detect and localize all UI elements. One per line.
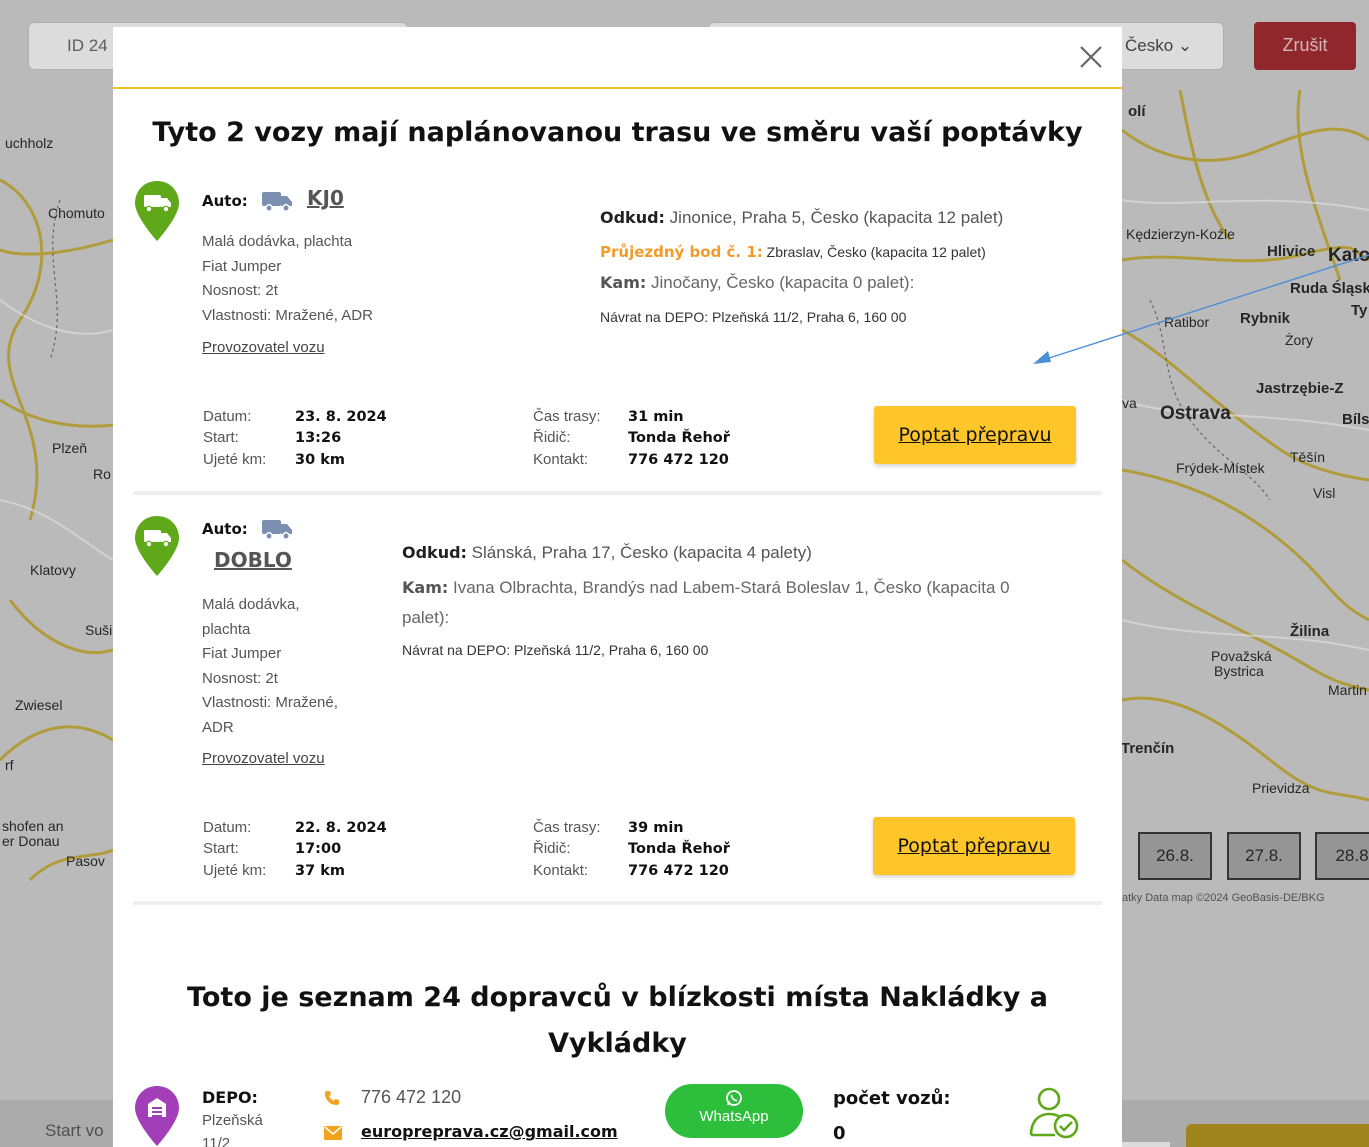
route-to-label: Kam: — [402, 578, 449, 597]
close-icon[interactable] — [1075, 41, 1107, 73]
driver-value: Tonda Řehoř — [628, 841, 730, 857]
contact-value: 776 472 120 — [628, 452, 729, 468]
route-waypoint-label: Průjezdný bod č. 1: — [600, 243, 763, 261]
route-from: Odkud: Jinonice, Praha 5, Česko (kapacit… — [600, 208, 1003, 228]
vehicle-type: Malá dodávka, — [202, 596, 300, 613]
depot-return: Návrat na DEPO: Plzeňská 11/2, Praha 6, … — [402, 642, 709, 658]
route-from-value: Slánská, Praha 17, Česko (kapacita 4 pal… — [471, 543, 812, 562]
time-value: 39 min — [628, 820, 684, 836]
vehicle-specs: Malá dodávka, plachta Fiat Jumper Nosnos… — [202, 593, 338, 741]
depot-label: DEPO: — [202, 1088, 258, 1107]
truck-icon — [262, 192, 292, 212]
whatsapp-icon — [726, 1090, 742, 1106]
email-icon — [324, 1126, 342, 1140]
route-waypoint: Průjezdný bod č. 1: Zbraslav, Česko (kap… — [600, 243, 986, 261]
whatsapp-button[interactable]: WhatsApp — [665, 1084, 803, 1138]
whatsapp-label: WhatsApp — [699, 1108, 769, 1125]
route-from-label: Odkud: — [402, 543, 467, 562]
modal-header-divider — [113, 87, 1122, 89]
depot-pin-icon — [135, 1086, 179, 1146]
start-label: Start: — [203, 429, 239, 446]
depot-address-cont: 11/2 — [202, 1135, 231, 1147]
map-pin-icon — [135, 516, 179, 576]
vehicle-name-link[interactable]: DOBLO — [214, 548, 292, 572]
route-from: Odkud: Slánská, Praha 17, Česko (kapacit… — [402, 543, 812, 563]
contact-value: 776 472 120 — [628, 863, 729, 879]
start-label: Start: — [203, 840, 239, 857]
operator-link[interactable]: Provozovatel vozu — [202, 339, 325, 356]
vehicle-label: Auto: — [202, 192, 248, 210]
date-label: Datum: — [203, 408, 252, 425]
contact-label: Kontakt: — [533, 862, 589, 879]
date-value: 23. 8. 2024 — [295, 409, 387, 425]
route-waypoint-value: Zbraslav, Česko (kapacita 12 palet) — [766, 244, 986, 260]
request-transport-button[interactable]: Poptat přepravu — [874, 406, 1076, 464]
vehicle-properties: Vlastnosti: Mražené, ADR — [202, 306, 373, 324]
driver-label: Řidič: — [533, 840, 571, 857]
nearby-vehicles-modal: Tyto 2 vozy mají naplánovanou trasu ve s… — [113, 27, 1122, 1147]
driver-value: Tonda Řehoř — [628, 430, 730, 446]
km-label: Ujeté km: — [203, 451, 267, 468]
route-from-value: Jinonice, Praha 5, Česko (kapacita 12 pa… — [669, 208, 1004, 227]
route-to: Kam: Jinočany, Česko (kapacita 0 palet): — [600, 273, 914, 293]
vehicle-capacity: Nosnost: 2t — [202, 282, 278, 300]
vehicle-divider — [133, 491, 1102, 495]
vehicle-model: Fiat Jumper — [202, 257, 282, 275]
phone-icon — [325, 1091, 339, 1105]
vehicle-divider — [133, 901, 1102, 905]
carrier-email-link[interactable]: europreprava.cz@gmail.com — [361, 1122, 618, 1141]
map-pin-icon — [135, 181, 179, 241]
vehicle-count-value: 0 — [833, 1123, 846, 1144]
vehicle-count-label: počet vozů: — [833, 1088, 951, 1109]
route-to-label: Kam: — [600, 273, 647, 292]
depot-address: Plzeňská — [202, 1112, 263, 1129]
km-value: 37 km — [295, 863, 345, 879]
vehicle-capacity: Nosnost: 2t — [202, 669, 278, 687]
date-label: Datum: — [203, 819, 252, 836]
contact-label: Kontakt: — [533, 451, 589, 468]
operator-link[interactable]: Provozovatel vozu — [202, 750, 325, 767]
vehicle-label: Auto: — [202, 520, 248, 538]
truck-icon — [262, 520, 292, 540]
vehicle-type-cont: plachta — [202, 620, 251, 638]
vehicle-properties-cont: ADR — [202, 718, 234, 736]
time-label: Čas trasy: — [533, 819, 601, 836]
km-label: Ujeté km: — [203, 862, 267, 879]
modal-title: Tyto 2 vozy mají naplánovanou trasu ve s… — [152, 117, 1083, 148]
depot-return: Návrat na DEPO: Plzeňská 11/2, Praha 6, … — [600, 309, 907, 325]
route-to-value: Ivana Olbrachta, Brandýs nad Labem-Stará… — [402, 578, 1010, 627]
time-label: Čas trasy: — [533, 408, 601, 425]
vehicle-properties: Vlastnosti: Mražené, — [202, 694, 338, 712]
route-to: Kam: Ivana Olbrachta, Brandýs nad Labem-… — [402, 573, 1052, 633]
carriers-title: Toto je seznam 24 dopravců v blízkosti m… — [187, 982, 1048, 1059]
vehicle-model: Fiat Jumper — [202, 645, 282, 663]
verified-user-icon — [1029, 1087, 1079, 1139]
vehicle-name-link[interactable]: KJ0 — [307, 186, 344, 210]
request-transport-button[interactable]: Poptat přepravu — [873, 817, 1075, 875]
driver-label: Řidič: — [533, 429, 571, 446]
route-from-label: Odkud: — [600, 208, 665, 227]
date-value: 22. 8. 2024 — [295, 820, 387, 836]
vehicle-specs: Malá dodávka, plachta Fiat Jumper Nosnos… — [202, 230, 373, 328]
km-value: 30 km — [295, 452, 345, 468]
start-value: 17:00 — [295, 841, 342, 857]
route-to-value: Jinočany, Česko (kapacita 0 palet): — [651, 273, 915, 292]
vehicle-type: Malá dodávka, plachta — [202, 233, 353, 250]
carrier-phone[interactable]: 776 472 120 — [361, 1087, 461, 1108]
time-value: 31 min — [628, 409, 684, 425]
start-value: 13:26 — [295, 430, 342, 446]
